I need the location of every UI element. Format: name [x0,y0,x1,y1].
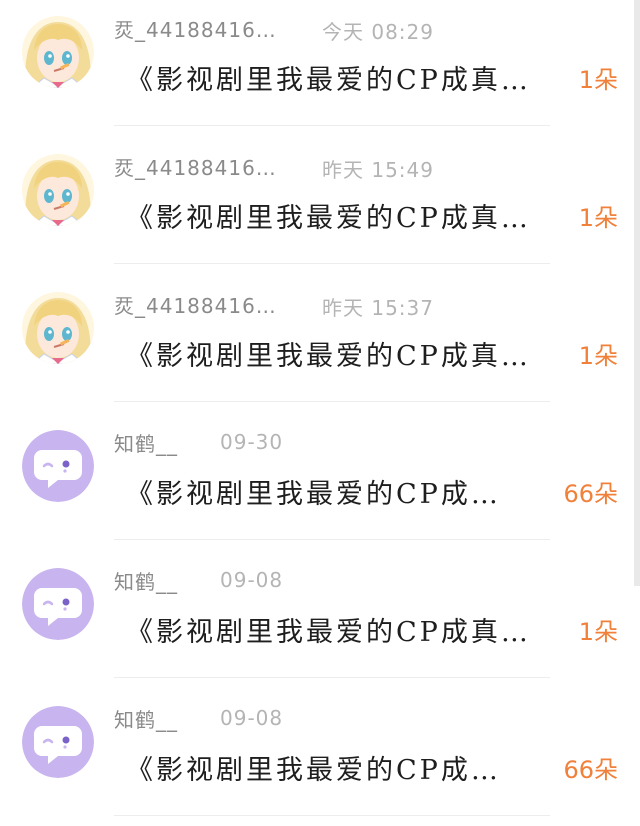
avatar[interactable] [22,154,94,226]
anime-girl-avatar-icon [22,16,94,88]
message-preview[interactable]: 《影视剧里我最爱的CP成… [126,472,501,511]
divider [114,263,550,264]
message-preview[interactable]: 《影视剧里我最爱的CP成真… [126,334,531,373]
timestamp: 09-08 [220,706,284,730]
flower-count: 66朵 [563,480,618,508]
anime-girl-avatar-icon [22,154,94,226]
message-preview[interactable]: 《影视剧里我最爱的CP成真… [126,58,531,97]
divider [114,125,550,126]
message-row[interactable]: 烎_44188416… 今天 08:29 《影视剧里我最爱的CP成真… 1朵 [0,0,640,138]
chat-bubble-avatar-icon [22,568,94,640]
flower-count: 1朵 [578,66,618,94]
timestamp: 昨天 15:37 [322,296,434,320]
sender-name: 知鹤__ [114,708,178,732]
sender-name: 知鹤__ [114,432,178,456]
avatar[interactable] [22,568,94,640]
message-preview[interactable]: 《影视剧里我最爱的CP成真… [126,196,531,235]
divider [114,677,550,678]
sender-name: 烎_44188416… [114,18,277,42]
divider [114,539,550,540]
flower-count: 1朵 [578,342,618,370]
message-preview[interactable]: 《影视剧里我最爱的CP成真… [126,610,531,649]
avatar[interactable] [22,16,94,88]
avatar[interactable] [22,706,94,778]
sender-name: 烎_44188416… [114,294,277,318]
message-list: 烎_44188416… 今天 08:29 《影视剧里我最爱的CP成真… 1朵 烎 [0,0,640,826]
flower-count: 1朵 [578,618,618,646]
divider [114,401,550,402]
flower-count: 1朵 [578,204,618,232]
timestamp: 昨天 15:49 [322,158,434,182]
message-row[interactable]: 知鹤__ 09-08 《影视剧里我最爱的CP成… 66朵 [0,690,640,826]
message-row[interactable]: 烎_44188416… 昨天 15:49 《影视剧里我最爱的CP成真… 1朵 [0,138,640,276]
message-row[interactable]: 知鹤__ 09-30 《影视剧里我最爱的CP成… 66朵 [0,414,640,552]
avatar[interactable] [22,430,94,502]
message-row[interactable]: 烎_44188416… 昨天 15:37 《影视剧里我最爱的CP成真… 1朵 [0,276,640,414]
chat-bubble-avatar-icon [22,706,94,778]
timestamp: 09-30 [220,430,284,454]
chat-bubble-avatar-icon [22,430,94,502]
scrollbar[interactable] [634,0,640,586]
avatar[interactable] [22,292,94,364]
flower-count: 66朵 [563,756,618,784]
message-row[interactable]: 知鹤__ 09-08 《影视剧里我最爱的CP成真… 1朵 [0,552,640,690]
sender-name: 知鹤__ [114,570,178,594]
anime-girl-avatar-icon [22,292,94,364]
timestamp: 09-08 [220,568,284,592]
timestamp: 今天 08:29 [322,20,434,44]
sender-name: 烎_44188416… [114,156,277,180]
message-preview[interactable]: 《影视剧里我最爱的CP成… [126,748,501,787]
divider [114,815,550,816]
